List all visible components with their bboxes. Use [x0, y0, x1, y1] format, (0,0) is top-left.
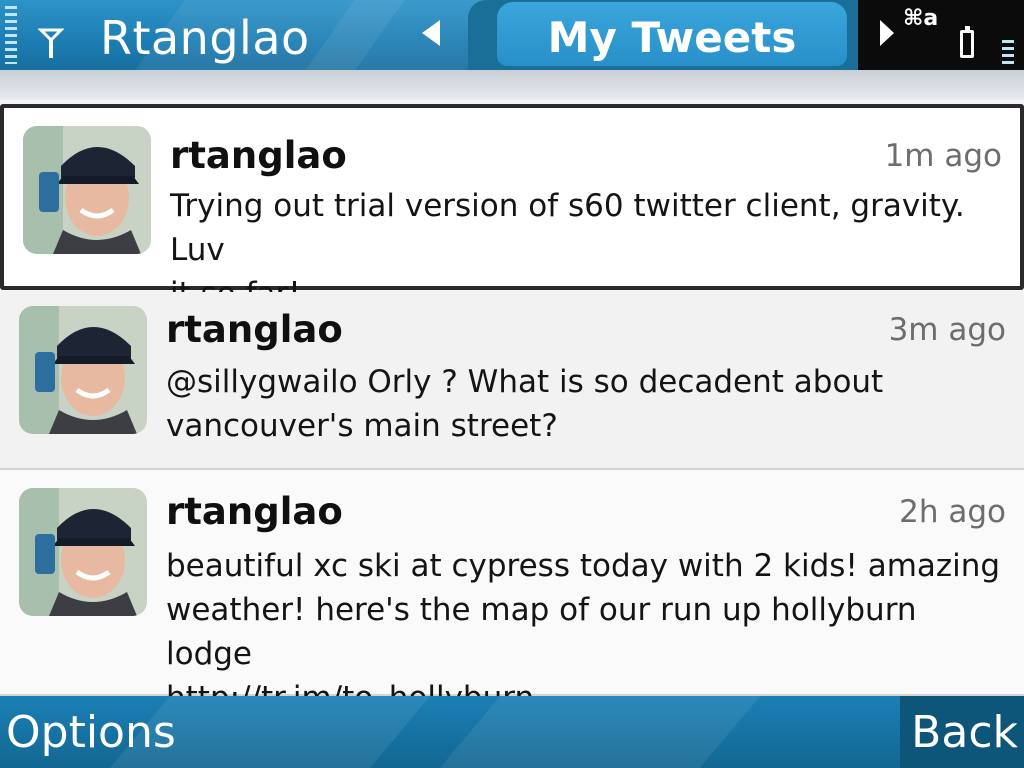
tweet-item[interactable]: rtanglao 3m ago @sillygwailo Orly ? What…: [0, 292, 1024, 470]
softkey-bar: Options Back: [0, 696, 1024, 768]
input-mode-icon: ⌘a: [903, 6, 939, 31]
tweet-timestamp: 1m ago: [884, 138, 1002, 174]
tweet-text-line: beautiful xc ski at cypress today with 2…: [166, 548, 1001, 584]
app-title: Rtanglao: [100, 11, 310, 65]
tweet-text: @sillygwailo Orly ? What is so decadent …: [166, 360, 1006, 448]
tweet-text-line: weather! here's the map of our run up ho…: [166, 592, 917, 672]
tweet-text-line: Trying out trial version of s60 twitter …: [170, 188, 965, 268]
tweet-username[interactable]: rtanglao: [170, 134, 347, 177]
options-softkey[interactable]: Options: [6, 702, 176, 764]
tab-my-tweets[interactable]: My Tweets: [497, 2, 847, 66]
chevron-left-icon[interactable]: [420, 18, 442, 48]
back-softkey[interactable]: Back: [911, 702, 1018, 764]
tweet-item[interactable]: rtanglao 1m ago Trying out trial version…: [0, 104, 1024, 312]
decorative-stripe: [439, 696, 761, 768]
tweet-text-line: @sillygwailo Orly ? What is so decadent …: [166, 364, 884, 400]
tweet-username[interactable]: rtanglao: [166, 308, 343, 351]
status-bar: Rtanglao My Tweets ⌘a: [0, 0, 1024, 70]
battery-icon: [960, 26, 974, 58]
tweet-text: beautiful xc ski at cypress today with 2…: [166, 544, 1006, 720]
avatar[interactable]: [19, 488, 147, 616]
signal-strength-icon: [5, 6, 17, 64]
tweet-item[interactable]: rtanglao 2h ago beautiful xc ski at cypr…: [0, 470, 1024, 716]
antenna-icon: [38, 28, 64, 58]
avatar[interactable]: [19, 306, 147, 434]
tweet-timestamp: 2h ago: [899, 494, 1006, 530]
avatar[interactable]: [23, 126, 151, 254]
tweet-text-line: vancouver's main street?: [166, 408, 558, 444]
tweet-timestamp: 3m ago: [888, 312, 1006, 348]
header-shadow: [0, 70, 1024, 100]
chevron-right-icon[interactable]: [878, 18, 896, 48]
tweet-username[interactable]: rtanglao: [166, 490, 343, 533]
battery-level-icon: [1002, 40, 1014, 64]
